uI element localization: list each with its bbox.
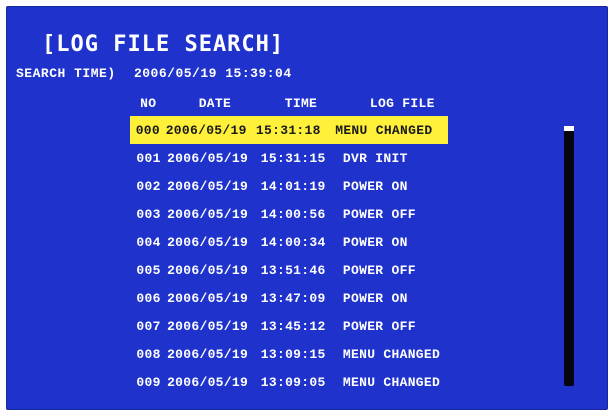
log-table: NO DATE TIME LOG FILE 000 2006/05/19 15:… — [130, 90, 460, 396]
table-row[interactable]: 003 2006/05/19 14:00:56 POWER OFF — [130, 200, 460, 228]
table-row[interactable]: 009 2006/05/19 13:09:05 MENU CHANGED — [130, 368, 460, 396]
row-date: 2006/05/19 — [167, 234, 249, 250]
column-header-date: DATE — [198, 95, 232, 111]
row-time: 15:31:18 — [255, 122, 321, 138]
column-header-time: TIME — [284, 95, 318, 111]
row-event: MENU CHANGED — [342, 346, 441, 362]
row-event: POWER OFF — [342, 206, 416, 222]
row-time: 13:09:05 — [260, 374, 326, 390]
row-event: POWER ON — [342, 234, 408, 250]
row-event: POWER OFF — [342, 318, 416, 334]
row-date: 2006/05/19 — [167, 150, 249, 166]
table-row[interactable]: 001 2006/05/19 15:31:15 DVR INIT — [130, 144, 460, 172]
table-row[interactable]: 005 2006/05/19 13:51:46 POWER OFF — [130, 256, 460, 284]
search-time-label: SEARCH TIME) — [16, 66, 116, 81]
row-time: 13:51:46 — [260, 262, 326, 278]
row-no: 003 — [136, 206, 161, 222]
row-no: 002 — [136, 178, 161, 194]
row-no: 009 — [136, 374, 161, 390]
search-time-value: 2006/05/19 15:39:04 — [133, 66, 292, 81]
table-row[interactable]: 008 2006/05/19 13:09:15 MENU CHANGED — [130, 340, 460, 368]
row-date: 2006/05/19 — [167, 346, 249, 362]
row-event: MENU CHANGED — [335, 122, 433, 138]
row-no: 006 — [136, 290, 161, 306]
row-event: MENU CHANGED — [342, 374, 441, 390]
row-no: 001 — [136, 150, 161, 166]
row-no: 005 — [136, 262, 161, 278]
table-row[interactable]: 004 2006/05/19 14:00:34 POWER ON — [130, 228, 460, 256]
dvr-screen: [LOG FILE SEARCH] SEARCH TIME) 2006/05/1… — [6, 6, 608, 410]
table-row[interactable]: 007 2006/05/19 13:45:12 POWER OFF — [130, 312, 460, 340]
page-title: [LOG FILE SEARCH] — [42, 32, 285, 57]
row-date: 2006/05/19 — [167, 262, 249, 278]
scrollbar[interactable] — [564, 126, 574, 386]
table-row[interactable]: 000 2006/05/19 15:31:18 MENU CHANGED — [130, 116, 448, 144]
row-time: 14:00:34 — [260, 234, 326, 250]
row-time: 13:47:09 — [260, 290, 326, 306]
row-date: 2006/05/19 — [165, 122, 247, 138]
column-header-log-file: LOG FILE — [369, 95, 435, 111]
row-time: 14:00:56 — [260, 206, 326, 222]
row-time: 13:09:15 — [260, 346, 326, 362]
row-no: 000 — [135, 122, 160, 138]
row-date: 2006/05/19 — [167, 318, 249, 334]
row-no: 004 — [136, 234, 161, 250]
row-event: POWER OFF — [342, 262, 416, 278]
table-row[interactable]: 002 2006/05/19 14:01:19 POWER ON — [130, 172, 460, 200]
search-time: SEARCH TIME) 2006/05/19 15:39:04 — [16, 66, 292, 81]
row-date: 2006/05/19 — [167, 178, 249, 194]
row-event: DVR INIT — [342, 150, 408, 166]
column-header-no: NO — [140, 95, 157, 111]
scrollbar-thumb[interactable] — [564, 126, 574, 131]
row-event: POWER ON — [342, 290, 408, 306]
table-row[interactable]: 006 2006/05/19 13:47:09 POWER ON — [130, 284, 460, 312]
row-date: 2006/05/19 — [167, 290, 249, 306]
table-header: NO DATE TIME LOG FILE — [130, 90, 460, 116]
row-time: 13:45:12 — [260, 318, 326, 334]
row-event: POWER ON — [342, 178, 408, 194]
row-date: 2006/05/19 — [167, 374, 249, 390]
row-no: 008 — [136, 346, 161, 362]
row-time: 14:01:19 — [260, 178, 326, 194]
row-time: 15:31:15 — [260, 150, 326, 166]
row-no: 007 — [136, 318, 161, 334]
row-date: 2006/05/19 — [167, 206, 249, 222]
